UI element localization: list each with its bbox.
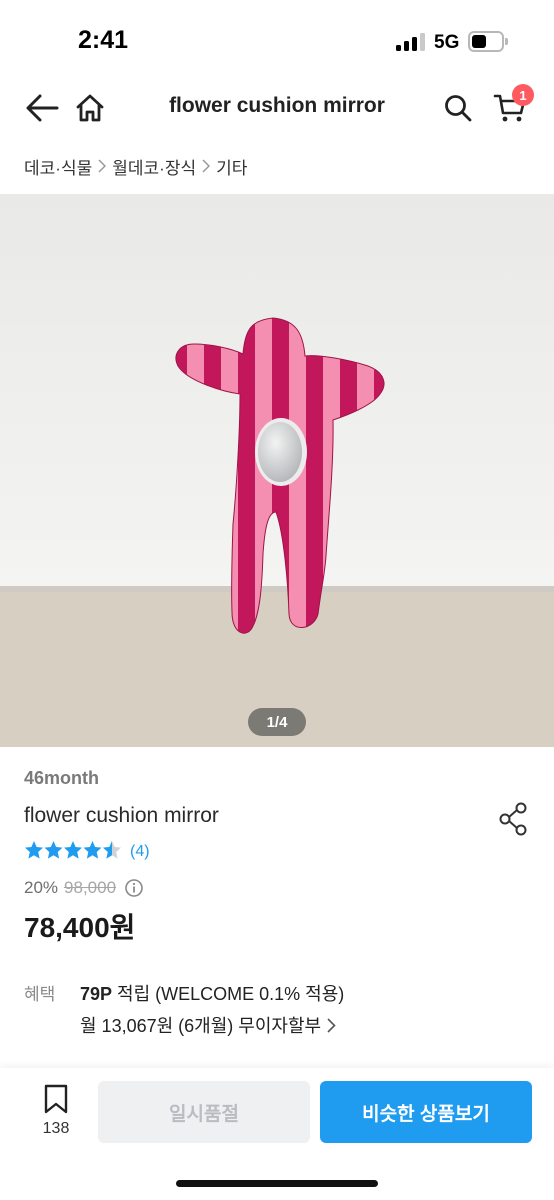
points-info: 79P 적립 (WELCOME 0.1% 적용)	[80, 980, 344, 1006]
info-icon[interactable]	[124, 878, 144, 898]
page-title: flower cushion mirror	[169, 94, 385, 117]
points-text: 적립 (WELCOME 0.1% 적용)	[112, 984, 345, 1004]
back-arrow-icon[interactable]	[20, 86, 64, 130]
status-bar: 2:41 5G	[0, 0, 554, 80]
sold-out-button: 일시품절	[98, 1081, 310, 1143]
bookmark-count: 138	[42, 1120, 70, 1137]
chevron-right-icon	[202, 159, 211, 173]
rating[interactable]: (4)	[24, 840, 150, 865]
signal-icon	[396, 33, 426, 51]
benefit-label: 혜택	[24, 985, 56, 1004]
search-icon[interactable]	[436, 86, 480, 130]
battery-icon	[468, 31, 508, 52]
original-price: 98,000	[64, 878, 117, 897]
status-time: 2:41	[78, 26, 129, 54]
discount-rate: 20%	[24, 878, 59, 897]
installment-text: 월 13,067원 (6개월) 무이자할부	[80, 1016, 322, 1036]
points-amount: 79P	[80, 984, 113, 1004]
price-row: 20% 98,000	[24, 876, 144, 900]
product-image[interactable]	[0, 194, 554, 747]
breadcrumb-item[interactable]: 월데코·장식	[112, 154, 196, 179]
bookmark-button[interactable]: 138	[28, 1084, 84, 1146]
star-rating	[24, 840, 122, 865]
installment-link[interactable]: 월 13,067원 (6개월) 무이자할부	[80, 1012, 336, 1038]
chevron-right-icon	[98, 159, 107, 173]
bookmark-icon	[44, 1084, 68, 1114]
network-label: 5G	[434, 32, 460, 53]
share-icon[interactable]	[496, 800, 532, 838]
chevron-right-icon	[327, 1017, 336, 1033]
bottom-action-bar: 138 일시품절 비슷한 상품보기	[0, 1068, 554, 1200]
rating-count[interactable]: (4)	[130, 843, 150, 861]
breadcrumb-item[interactable]: 기타	[216, 154, 247, 179]
breadcrumb-item[interactable]: 데코·식물	[24, 154, 92, 179]
seller-name[interactable]: 46month	[24, 768, 99, 789]
sale-price: 78,400원	[24, 912, 136, 943]
product-title: flower cushion mirror	[24, 804, 219, 827]
top-nav: flower cushion mirror	[0, 80, 554, 136]
breadcrumb: 데코·식물 월데코·장식 기타	[24, 152, 247, 180]
home-indicator	[176, 1180, 378, 1187]
similar-products-button[interactable]: 비슷한 상품보기	[320, 1081, 532, 1143]
home-icon[interactable]	[68, 86, 112, 130]
cart-count-badge: 1	[512, 84, 534, 106]
image-counter: 1/4	[248, 708, 306, 736]
